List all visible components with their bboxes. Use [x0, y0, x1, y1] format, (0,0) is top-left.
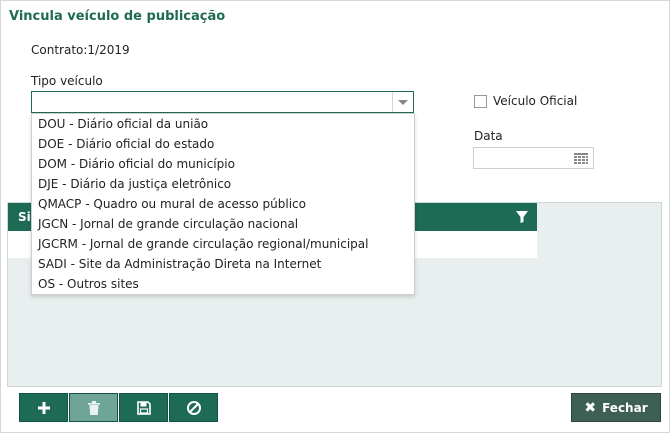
dropdown-option[interactable]: DOM - Diário oficial do município — [32, 154, 414, 174]
dropdown-option[interactable]: JGCRM - Jornal de grande circulação regi… — [32, 234, 414, 254]
filter-icon[interactable] — [515, 210, 529, 224]
dropdown-option[interactable]: DOU - Diário oficial da união — [32, 114, 414, 134]
dropdown-option[interactable]: JGCN - Jornal de grande circulação nacio… — [32, 214, 414, 234]
add-button[interactable] — [19, 393, 68, 422]
dropdown-option[interactable]: SADI - Site da Administração Direta na I… — [32, 254, 414, 274]
close-button-label: Fechar — [602, 400, 648, 415]
save-button[interactable] — [119, 393, 168, 422]
tipo-veiculo-combobox[interactable] — [31, 91, 414, 113]
tipo-veiculo-label: Tipo veículo — [31, 74, 103, 88]
data-label: Data — [474, 129, 503, 143]
calendar-icon[interactable] — [574, 153, 588, 164]
dropdown-option[interactable]: DOE - Diário oficial do estado — [32, 134, 414, 154]
dropdown-option[interactable]: QMACP - Quadro ou mural de acesso públic… — [32, 194, 414, 214]
floppy-icon — [136, 400, 151, 415]
veiculo-oficial-checkbox[interactable] — [474, 94, 487, 108]
dialog-title: Vincula veículo de publicação — [9, 9, 226, 24]
plus-icon — [37, 401, 50, 414]
contract-label: Contrato:1/2019 — [31, 43, 130, 57]
dropdown-option[interactable]: OS - Outros sites — [32, 274, 414, 294]
tipo-veiculo-dropdown: DOU - Diário oficial da união DOE - Diár… — [31, 113, 415, 295]
dialog: Vincula veículo de publicação Contrato:1… — [0, 0, 670, 433]
delete-button[interactable] — [69, 393, 118, 422]
grid-header-column[interactable]: Si — [18, 210, 31, 224]
dropdown-option[interactable]: DJE - Diário da justiça eletrônico — [32, 174, 414, 194]
cancel-icon — [186, 400, 201, 415]
close-icon: ✖ — [584, 399, 597, 416]
trash-icon — [87, 400, 100, 415]
veiculo-oficial-label: Veículo Oficial — [493, 94, 578, 108]
chevron-down-icon[interactable] — [392, 92, 413, 112]
cancel-button[interactable] — [169, 393, 218, 422]
close-button[interactable]: ✖ Fechar — [571, 393, 661, 422]
data-input[interactable] — [473, 147, 594, 169]
veiculo-oficial-checkbox-wrap[interactable]: Veículo Oficial — [474, 94, 577, 108]
